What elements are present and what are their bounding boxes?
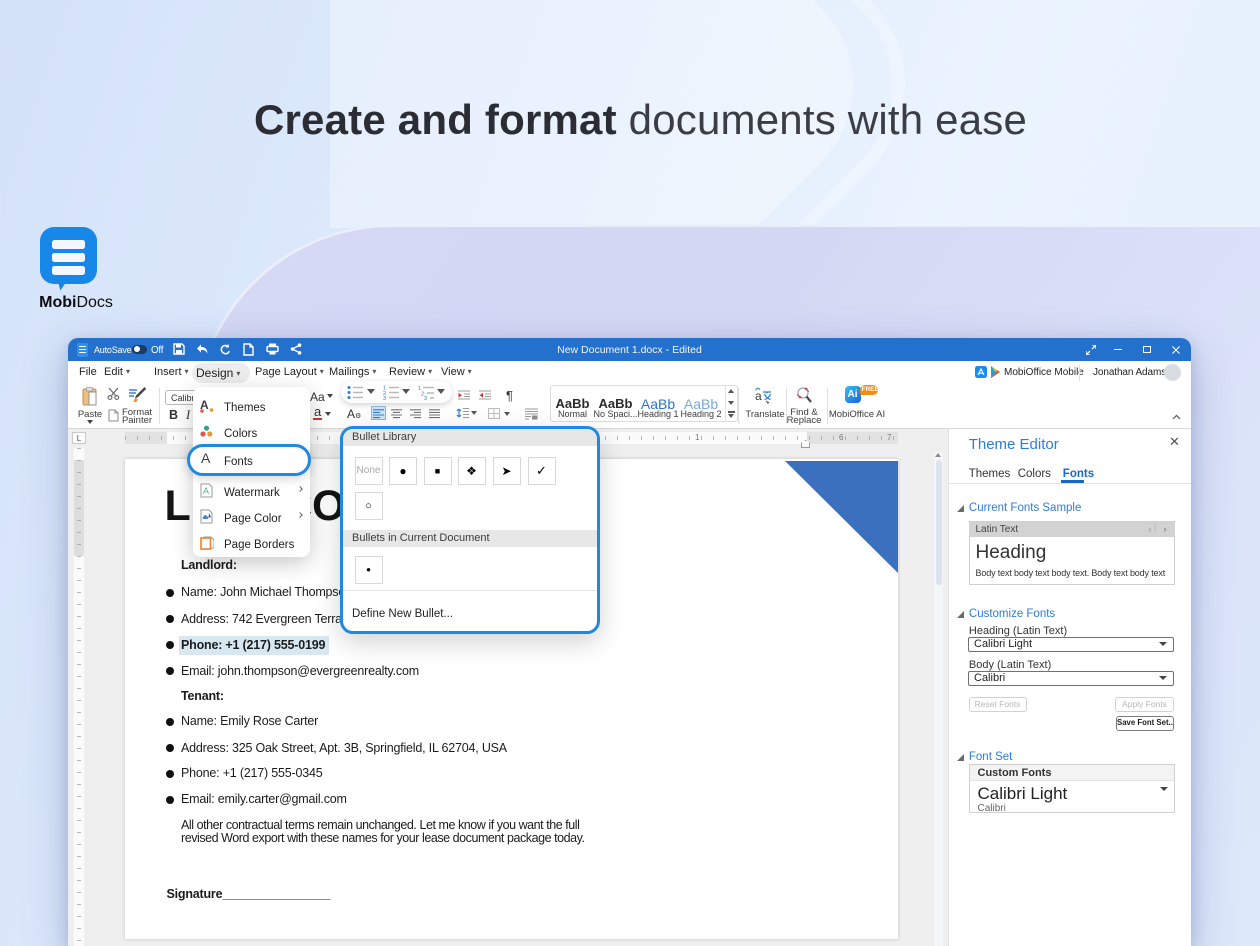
svg-text:A: A bbox=[203, 486, 209, 496]
svg-text:3: 3 bbox=[383, 396, 386, 400]
svg-text:a: a bbox=[755, 389, 762, 403]
svg-text:3: 3 bbox=[424, 396, 427, 400]
